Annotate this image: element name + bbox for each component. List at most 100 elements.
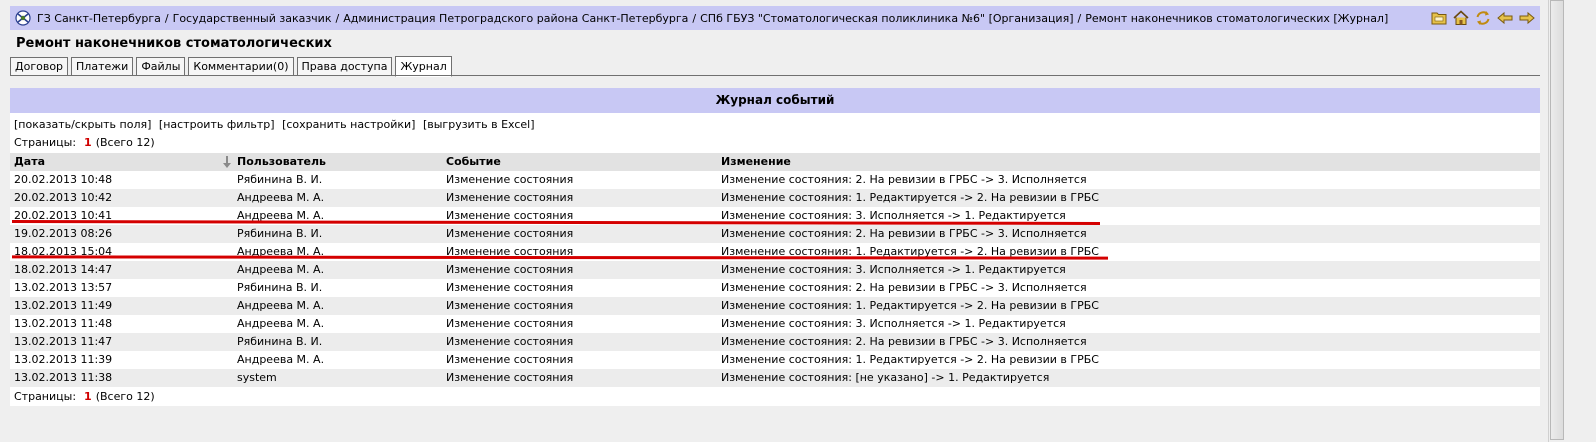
table-row[interactable]: 13.02.2013 11:47 Рябинина В. И. Изменени… (10, 333, 1540, 351)
pager-top: Страницы: 1 (Всего 12) (14, 136, 155, 149)
cell-date: 13.02.2013 11:39 (14, 353, 113, 366)
tab-journal[interactable]: Журнал (395, 56, 452, 77)
home-icon[interactable] (1452, 9, 1470, 27)
tab-comments[interactable]: Комментарии(0) (188, 57, 294, 76)
column-header-change[interactable]: Изменение (717, 153, 1540, 171)
cell-date: 20.02.2013 10:48 (14, 173, 113, 186)
table-row[interactable]: 13.02.2013 11:38 system Изменение состоя… (10, 369, 1540, 387)
configure-filter-link[interactable]: [настроить фильтр] (159, 118, 275, 131)
cell-date: 13.02.2013 11:48 (14, 317, 113, 330)
cell-date: 19.02.2013 08:26 (14, 227, 113, 240)
folder-icon[interactable] (1430, 9, 1448, 27)
cell-user: Андреева М. А. (237, 191, 325, 204)
event-log-panel: Журнал событий [показать/скрыть поля] [н… (10, 88, 1540, 406)
breadcrumb-item-organization[interactable]: СПб ГБУЗ "Стоматологическая поликлиника … (700, 12, 1073, 25)
save-settings-link[interactable]: [сохранить настройки] (282, 118, 415, 131)
app-logo-icon[interactable] (14, 9, 32, 27)
pager-page-link[interactable]: 1 (84, 390, 92, 403)
cell-change: Изменение состояния: 1. Редактируется ->… (721, 191, 1099, 204)
tab-bar: Договор Платежи Файлы Комментарии(0) Пра… (10, 56, 452, 77)
top-navigation-bar: ГЗ Санкт-Петербурга / Государственный за… (10, 6, 1540, 30)
column-header-event[interactable]: Событие (442, 153, 717, 171)
table-row[interactable]: 13.02.2013 11:48 Андреева М. А. Изменени… (10, 315, 1540, 333)
cell-event: Изменение состояния (446, 371, 574, 384)
cell-event: Изменение состояния (446, 299, 574, 312)
cell-user: Рябинина В. И. (237, 227, 323, 240)
cell-change: Изменение состояния: 3. Исполняется -> 1… (721, 317, 1066, 330)
cell-event: Изменение состояния (446, 227, 574, 240)
cell-user: Рябинина В. И. (237, 173, 323, 186)
cell-change: Изменение состояния: 3. Исполняется -> 1… (721, 263, 1066, 276)
top-toolbar (1430, 9, 1536, 27)
cell-user: Андреева М. А. (237, 299, 325, 312)
tab-payments[interactable]: Платежи (71, 57, 134, 76)
panel-title: Журнал событий (10, 88, 1540, 113)
action-links: [показать/скрыть поля] [настроить фильтр… (14, 118, 539, 131)
breadcrumb-separator: / (164, 11, 169, 25)
cell-user: Рябинина В. И. (237, 281, 323, 294)
cell-change: Изменение состояния: 2. На ревизии в ГРБ… (721, 281, 1087, 294)
pager-total: (Всего 12) (95, 390, 155, 403)
breadcrumb-item-administration[interactable]: Администрация Петроградского района Санк… (343, 12, 688, 25)
pager-label: Страницы: (14, 136, 77, 149)
table-row[interactable]: 18.02.2013 14:47 Андреева М. А. Изменени… (10, 261, 1540, 279)
cell-change: Изменение состояния: 1. Редактируется ->… (721, 299, 1099, 312)
cell-event: Изменение состояния (446, 263, 574, 276)
cell-event: Изменение состояния (446, 173, 574, 186)
page: ГЗ Санкт-Петербурга / Государственный за… (0, 0, 1548, 442)
cell-event: Изменение состояния (446, 353, 574, 366)
cell-change: Изменение состояния: 2. На ревизии в ГРБ… (721, 227, 1087, 240)
column-header-date[interactable]: Дата (10, 153, 233, 171)
table-row[interactable]: 19.02.2013 08:26 Рябинина В. И. Изменени… (10, 225, 1540, 243)
vertical-scrollbar[interactable] (1548, 0, 1596, 442)
show-hide-fields-link[interactable]: [показать/скрыть поля] (14, 118, 151, 131)
cell-event: Изменение состояния (446, 317, 574, 330)
pager-label: Страницы: (14, 390, 77, 403)
refresh-icon[interactable] (1474, 9, 1492, 27)
cell-change: Изменение состояния: [не указано] -> 1. … (721, 371, 1050, 384)
tab-divider (10, 75, 1540, 76)
cell-user: Андреева М. А. (237, 263, 325, 276)
pager-total: (Всего 12) (95, 136, 155, 149)
cell-date: 20.02.2013 10:42 (14, 191, 113, 204)
cell-event: Изменение состояния (446, 191, 574, 204)
forward-arrow-icon[interactable] (1518, 9, 1536, 27)
pager-bottom: Страницы: 1 (Всего 12) (14, 390, 155, 403)
cell-event: Изменение состояния (446, 281, 574, 294)
cell-user: Рябинина В. И. (237, 335, 323, 348)
tab-contract[interactable]: Договор (10, 57, 69, 76)
breadcrumb-separator: / (692, 11, 697, 25)
cell-date: 13.02.2013 13:57 (14, 281, 113, 294)
event-table: Дата Пользователь Событие Изменение 20.0… (10, 153, 1540, 387)
column-header-user[interactable]: Пользователь (233, 153, 442, 171)
table-row[interactable]: 13.02.2013 11:39 Андреева М. А. Изменени… (10, 351, 1540, 369)
table-row[interactable]: 20.02.2013 10:42 Андреева М. А. Изменени… (10, 189, 1540, 207)
table-row[interactable]: 13.02.2013 11:49 Андреева М. А. Изменени… (10, 297, 1540, 315)
page-title: Ремонт наконечников стоматологических (16, 36, 332, 51)
breadcrumb-item-gz[interactable]: ГЗ Санкт-Петербурга (37, 12, 161, 25)
cell-date: 13.02.2013 11:49 (14, 299, 113, 312)
scrollbar-thumb[interactable] (1550, 0, 1564, 440)
export-excel-link[interactable]: [выгрузить в Excel] (423, 118, 535, 131)
cell-date: 13.02.2013 11:47 (14, 335, 113, 348)
sort-descending-icon[interactable] (221, 154, 233, 170)
cell-event: Изменение состояния (446, 335, 574, 348)
cell-change: Изменение состояния: 1. Редактируется ->… (721, 353, 1099, 366)
table-header-row: Дата Пользователь Событие Изменение (10, 153, 1540, 171)
tab-files[interactable]: Файлы (136, 57, 186, 76)
cell-change: Изменение состояния: 2. На ревизии в ГРБ… (721, 173, 1087, 186)
cell-user: Андреева М. А. (237, 317, 325, 330)
back-arrow-icon[interactable] (1496, 9, 1514, 27)
table-row[interactable]: 13.02.2013 13:57 Рябинина В. И. Изменени… (10, 279, 1540, 297)
breadcrumb-separator: / (1077, 11, 1082, 25)
cell-date: 18.02.2013 14:47 (14, 263, 113, 276)
cell-change: Изменение состояния: 2. На ревизии в ГРБ… (721, 335, 1087, 348)
cell-user: system (237, 371, 277, 384)
cell-user: Андреева М. А. (237, 353, 325, 366)
tab-access-rights[interactable]: Права доступа (296, 57, 393, 76)
breadcrumb: ГЗ Санкт-Петербурга / Государственный за… (37, 12, 1388, 25)
pager-page-link[interactable]: 1 (84, 136, 92, 149)
breadcrumb-item-customer[interactable]: Государственный заказчик (173, 12, 332, 25)
table-row[interactable]: 20.02.2013 10:48 Рябинина В. И. Изменени… (10, 171, 1540, 189)
breadcrumb-item-journal[interactable]: Ремонт наконечников стоматологических [Ж… (1085, 12, 1388, 25)
